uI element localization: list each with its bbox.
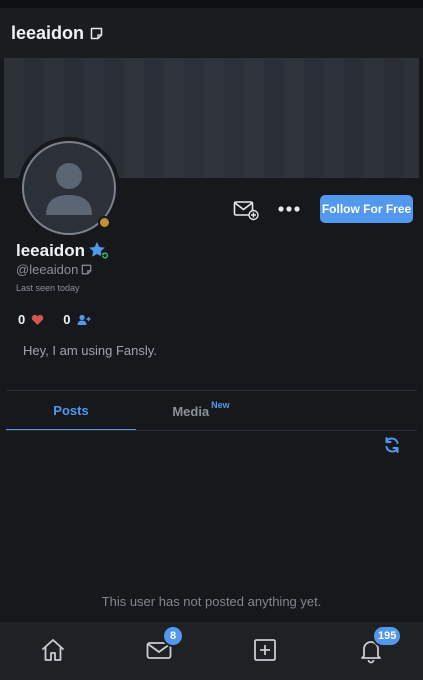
empty-feed-message: This user has not posted anything yet. [101, 594, 322, 609]
profile-tabs: Posts Media New [6, 391, 417, 431]
tab-media[interactable]: Media New [136, 391, 266, 431]
messages-count-badge: 8 [162, 625, 184, 647]
note-icon[interactable] [90, 27, 103, 40]
avatar-container[interactable] [18, 137, 120, 239]
likes-count: 0 [18, 312, 26, 327]
notifications-count-badge: 195 [372, 625, 403, 647]
profile-name: leeaidon [16, 241, 85, 260]
tab-media-label: Media [172, 403, 210, 419]
bottom-nav [0, 622, 423, 680]
divider [6, 430, 417, 431]
home-icon[interactable] [39, 636, 67, 664]
heart-icon [31, 314, 44, 325]
tab-posts[interactable]: Posts [6, 391, 136, 431]
mail-plus-icon[interactable] [233, 199, 259, 221]
status-dot [98, 216, 111, 229]
note-icon[interactable] [81, 264, 92, 275]
tab-posts-label: Posts [53, 402, 89, 418]
refresh-icon[interactable] [383, 436, 401, 454]
profile-name-row: leeaidon [16, 241, 110, 261]
follow-button[interactable]: Follow For Free [320, 195, 413, 223]
page-header: leeaidon [0, 8, 423, 58]
profile-bio: Hey, I am using Fansly. [23, 343, 157, 358]
more-dots-icon[interactable] [278, 203, 300, 215]
verified-star-icon [89, 242, 110, 260]
new-badge: New [211, 400, 230, 410]
add-post-icon[interactable] [251, 636, 279, 664]
page-title: leeaidon [11, 22, 85, 43]
followers-count: 0 [63, 312, 71, 327]
status-strip [0, 0, 423, 8]
followers-icon [77, 314, 91, 325]
handle-row: @leeaidon [16, 262, 92, 277]
last-seen: Last seen today [16, 283, 80, 293]
profile-handle: @leeaidon [16, 262, 79, 277]
profile-stats: 0 0 [18, 312, 91, 327]
